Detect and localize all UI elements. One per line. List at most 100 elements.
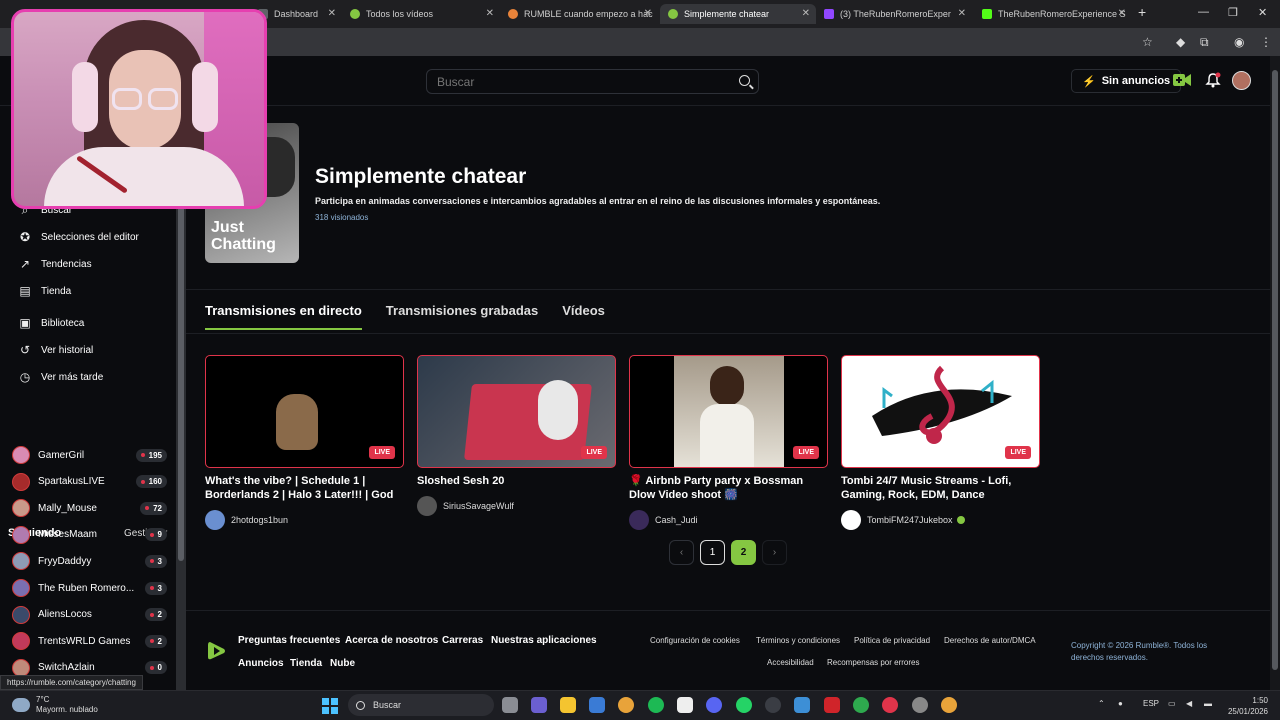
- close-icon[interactable]: ✕: [802, 8, 810, 19]
- channel-avatar[interactable]: [417, 496, 437, 516]
- maximize-icon[interactable]: ❐: [1228, 6, 1238, 19]
- tray-chevron-icon[interactable]: ⌃: [1098, 699, 1105, 708]
- rumble-logo-icon[interactable]: [204, 639, 228, 663]
- avatar[interactable]: [12, 499, 30, 518]
- channel-name[interactable]: Cash_Judi: [655, 515, 698, 525]
- mic-icon[interactable]: ●: [1118, 699, 1123, 708]
- stream-title[interactable]: 🌹 Airbnb Party party x Bossman Dlow Vide…: [629, 474, 828, 502]
- weather-widget[interactable]: 7°C Mayorm. nublado: [12, 695, 98, 715]
- clock[interactable]: 1:50 25/01/2026: [1226, 695, 1268, 717]
- footer-link-about[interactable]: Acerca de nosotros: [345, 635, 438, 646]
- tab-live-streams[interactable]: Transmisiones en directo: [205, 303, 362, 330]
- record-icon[interactable]: [882, 697, 898, 713]
- minimize-icon[interactable]: —: [1198, 6, 1209, 18]
- discord-icon[interactable]: [706, 697, 722, 713]
- language-indicator[interactable]: ESP: [1143, 699, 1159, 708]
- obs-icon[interactable]: [765, 697, 781, 713]
- footer-link-careers[interactable]: Carreras: [442, 635, 483, 646]
- close-icon[interactable]: ✕: [1118, 8, 1126, 19]
- stream-title[interactable]: Tombi 24/7 Music Streams - Lofi, Gaming,…: [841, 474, 1040, 502]
- app-icon[interactable]: [853, 697, 869, 713]
- bell-icon[interactable]: [1205, 72, 1221, 88]
- close-icon[interactable]: ✕: [958, 8, 966, 19]
- avatar[interactable]: [12, 605, 30, 624]
- upload-video-icon[interactable]: [1173, 72, 1191, 88]
- stream-card[interactable]: LIVE Tombi 24/7 Music Streams - Lofi, Ga…: [841, 355, 1040, 530]
- avatar[interactable]: [12, 472, 30, 491]
- footer-link-dmca[interactable]: Derechos de autor/DMCA: [944, 636, 1036, 645]
- stream-title[interactable]: What's the vibe? | Schedule 1 | Borderla…: [205, 474, 404, 502]
- channel-link[interactable]: Cash_Judi: [629, 510, 828, 530]
- teams-icon[interactable]: [531, 697, 547, 713]
- windows-start-icon[interactable]: [322, 698, 338, 714]
- avatar[interactable]: [12, 632, 30, 651]
- following-item[interactable]: MissesMaam 9: [12, 525, 167, 545]
- close-icon[interactable]: ✕: [486, 8, 494, 19]
- new-tab-button[interactable]: +: [1138, 4, 1146, 20]
- footer-link-store[interactable]: Tienda: [290, 658, 322, 669]
- avatar[interactable]: [12, 446, 30, 464]
- extension-icon[interactable]: ◆: [1176, 35, 1185, 49]
- page-button[interactable]: 2: [731, 540, 756, 565]
- footer-link-faq[interactable]: Preguntas frecuentes: [238, 635, 340, 646]
- profile-icon[interactable]: ◉: [1234, 35, 1244, 49]
- stream-thumbnail[interactable]: LIVE: [417, 355, 616, 468]
- channel-avatar[interactable]: [841, 510, 861, 530]
- no-ads-button[interactable]: ⚡ Sin anuncios: [1071, 69, 1182, 93]
- speaker-icon[interactable]: ◀: [1186, 699, 1192, 708]
- task-view-icon[interactable]: [502, 697, 518, 713]
- search-box[interactable]: [426, 69, 759, 94]
- prev-page-button[interactable]: ‹: [669, 540, 694, 565]
- search-icon[interactable]: [739, 75, 750, 86]
- tab-recorded-streams[interactable]: Transmisiones grabadas: [386, 303, 538, 330]
- sidebar-item-ver-historial[interactable]: ↺ Ver historial: [18, 340, 93, 360]
- avatar[interactable]: [12, 525, 30, 544]
- close-icon[interactable]: ✕: [644, 8, 652, 19]
- scrollbar-thumb[interactable]: [1272, 70, 1278, 670]
- stream-card[interactable]: LIVE 🌹 Airbnb Party party x Bossman Dlow…: [629, 355, 828, 530]
- following-item[interactable]: SpartakusLIVE 160: [12, 472, 167, 492]
- file-explorer-icon[interactable]: [560, 697, 576, 713]
- channel-name[interactable]: SiriusSavageWulf: [443, 501, 514, 511]
- monitor-icon[interactable]: ▭: [1168, 699, 1176, 708]
- footer-link-privacy[interactable]: Política de privacidad: [854, 636, 930, 645]
- sidebar-item-biblioteca[interactable]: ▣ Biblioteca: [18, 313, 84, 333]
- channel-avatar[interactable]: [629, 510, 649, 530]
- channel-link[interactable]: TombiFM247Jukebox: [841, 510, 1040, 530]
- footer-link-accessibility[interactable]: Accesibilidad: [767, 658, 814, 667]
- capcut-icon[interactable]: [677, 697, 693, 713]
- footer-link-apps[interactable]: Nuestras aplicaciones: [491, 635, 597, 646]
- following-item[interactable]: FryyDaddyy 3: [12, 551, 167, 571]
- store-icon[interactable]: [589, 697, 605, 713]
- sidebar-item-tendencias[interactable]: ↗ Tendencias: [18, 254, 92, 274]
- footer-link-bug-bounty[interactable]: Recompensas por errores: [827, 658, 919, 667]
- following-item[interactable]: TrentsWRLD Games 2: [12, 631, 167, 651]
- close-icon[interactable]: ✕: [328, 8, 336, 19]
- chrome-icon[interactable]: [941, 697, 957, 713]
- page-button-current[interactable]: 1: [700, 540, 725, 565]
- whatsapp-icon[interactable]: [736, 697, 752, 713]
- taskbar-search[interactable]: Buscar: [348, 694, 494, 716]
- app-icon[interactable]: [794, 697, 810, 713]
- browser-tab[interactable]: TheRubenRomeroExperience S ✕: [974, 4, 1132, 24]
- channel-link[interactable]: SiriusSavageWulf: [417, 496, 616, 516]
- app-icon[interactable]: [912, 697, 928, 713]
- puzzle-icon[interactable]: ⧉: [1200, 35, 1209, 50]
- channel-name[interactable]: 2hotdogs1bun: [231, 515, 288, 525]
- footer-link-terms[interactable]: Términos y condiciones: [756, 636, 840, 645]
- footer-link-ads[interactable]: Anuncios: [238, 658, 284, 669]
- stream-thumbnail[interactable]: LIVE: [841, 355, 1040, 468]
- channel-avatar[interactable]: [205, 510, 225, 530]
- channel-link[interactable]: 2hotdogs1bun: [205, 510, 404, 530]
- sidebar-item-tienda[interactable]: ▤ Tienda: [18, 281, 71, 301]
- tab-videos[interactable]: Vídeos: [562, 303, 605, 330]
- next-page-button[interactable]: ›: [762, 540, 787, 565]
- stream-thumbnail[interactable]: LIVE: [629, 355, 828, 468]
- spotify-icon[interactable]: [648, 697, 664, 713]
- channel-name[interactable]: TombiFM247Jukebox: [867, 515, 953, 525]
- avatar[interactable]: [12, 552, 30, 571]
- page-scrollbar[interactable]: [1270, 56, 1280, 690]
- chrome-icon[interactable]: [618, 697, 634, 713]
- user-avatar[interactable]: [1232, 71, 1251, 90]
- browser-tab-active[interactable]: Simplemente chatear ✕: [660, 4, 816, 24]
